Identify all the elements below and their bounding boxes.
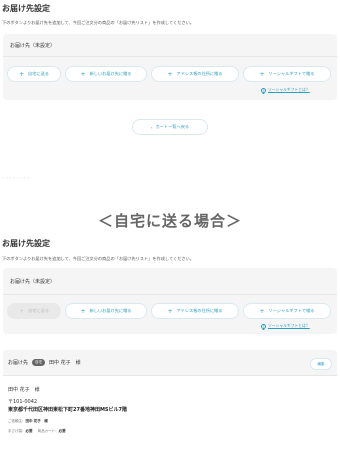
requester-value: 田中 花子 様 — [25, 419, 48, 423]
plus-icon: + — [19, 70, 25, 78]
bag-value: 必要 — [25, 429, 33, 433]
address-book-button[interactable]: + アドレス帳の住所に贈る — [151, 66, 239, 82]
social-gift-label: ソーシャルギフトで贈る — [268, 71, 315, 76]
card-label: 商品カード： — [37, 429, 59, 433]
social-gift-label: ソーシャルギフトで贈る — [268, 308, 315, 313]
new-destination-button-2[interactable]: + 新しいお届け先に贈る — [65, 303, 147, 319]
new-destination-label: 新しいお届け先に贈る — [89, 308, 132, 313]
recipient-card: お届け先 自宅 田中 花子 様 編集 田中 花子 様 〒101-0042 東京都… — [3, 350, 337, 449]
question-icon: ? — [261, 87, 266, 93]
address-line: 東京都千代田区神田東松下町27番地神田MSビル7階 — [8, 407, 128, 413]
social-gift-help-label: ソーシャルギフトとは？ — [268, 323, 310, 328]
new-destination-button[interactable]: + 新しいお届け先に贈る — [65, 66, 147, 82]
social-gift-help-link[interactable]: ? ソーシャルギフトとは？ — [261, 87, 310, 93]
plus-icon: + — [259, 307, 265, 315]
address-name: 田中 花子 様 — [8, 387, 40, 393]
plus-icon: + — [80, 307, 86, 315]
address-book-label: アドレス帳の住所に贈る — [176, 308, 223, 313]
edit-button[interactable]: 編集 — [310, 358, 332, 370]
recipient-details: 田中 花子 様 〒101-0042 東京都千代田区神田東松下町27番地神田MSビ… — [3, 376, 337, 449]
address-book-button-2[interactable]: + アドレス帳の住所に贈る — [151, 303, 239, 319]
destination-status-label: お届け先（未設定） — [10, 43, 56, 49]
page-title-2: お届け先設定 — [2, 239, 50, 248]
page-title: お届け先設定 — [2, 4, 50, 13]
send-home-button[interactable]: + 自宅に送る — [7, 66, 61, 82]
destination-panel-2: お届け先（未設定） + 自宅に送る + 新しいお届け先に贈る + アドレス帳の住所に贈… — [3, 268, 337, 334]
plus-icon: + — [167, 307, 173, 315]
social-gift-help-link-2[interactable]: ? ソーシャルギフトとは？ — [261, 323, 310, 329]
destination-panel: お届け先（未設定） + 自宅に送る + 新しいお届け先に贈る + アドレス帳の住所に贈… — [3, 34, 337, 100]
social-gift-button[interactable]: + ソーシャルギフトで贈る — [243, 66, 331, 82]
back-to-cart-label: カート一覧へ戻る — [155, 124, 190, 129]
case-heading: ＜自宅に送る場合＞ — [97, 212, 242, 230]
panel-divider-2 — [3, 294, 337, 295]
plus-icon: + — [167, 70, 173, 78]
plus-icon: + — [19, 307, 25, 315]
address-book-label: アドレス帳の住所に贈る — [176, 71, 223, 76]
home-badge: 自宅 — [32, 359, 46, 366]
social-gift-help-label: ソーシャルギフトとは？ — [268, 87, 310, 92]
bag-label: 手さげ袋： — [8, 429, 26, 433]
postal-code: 〒101-0042 — [8, 399, 38, 405]
recipient-header: お届け先 自宅 田中 花子 様 — [8, 359, 81, 366]
back-to-cart-button[interactable]: ‹ カート一覧へ戻る — [132, 119, 208, 135]
recipient-name: 田中 花子 様 — [49, 360, 81, 366]
plus-icon: + — [80, 70, 86, 78]
new-destination-label: 新しいお届け先に贈る — [89, 71, 132, 76]
requester-row: ご依頼主：田中 花子 様 — [8, 419, 48, 424]
social-gift-button-2[interactable]: + ソーシャルギフトで贈る — [243, 303, 331, 319]
send-home-label: 自宅に送る — [28, 308, 49, 313]
page-description-2: 下のボタンよりお届け先を追加して、今回ご注文分の商品の「お届け先リスト」を作成し… — [2, 256, 194, 261]
options-row: 手さげ袋：必要 商品カード：必要 — [8, 429, 66, 434]
question-icon: ? — [261, 323, 266, 329]
plus-icon: + — [259, 70, 265, 78]
panel-divider — [3, 56, 337, 57]
send-home-button-disabled[interactable]: + 自宅に送る — [7, 303, 61, 319]
destination-status-label-2: お届け先（未設定） — [10, 279, 56, 285]
send-home-label: 自宅に送る — [28, 71, 49, 76]
chevron-left-icon: ‹ — [150, 124, 153, 130]
separator-dots: ・・・・・・・・ — [2, 176, 31, 180]
page-description: 下のボタンよりお届け先を追加して、今回ご注文分の商品の「お届け先リスト」を作成し… — [2, 20, 194, 25]
card-value: 必要 — [58, 429, 66, 433]
requester-label: ご依頼主： — [8, 419, 26, 423]
recipient-label: お届け先 — [8, 360, 29, 366]
